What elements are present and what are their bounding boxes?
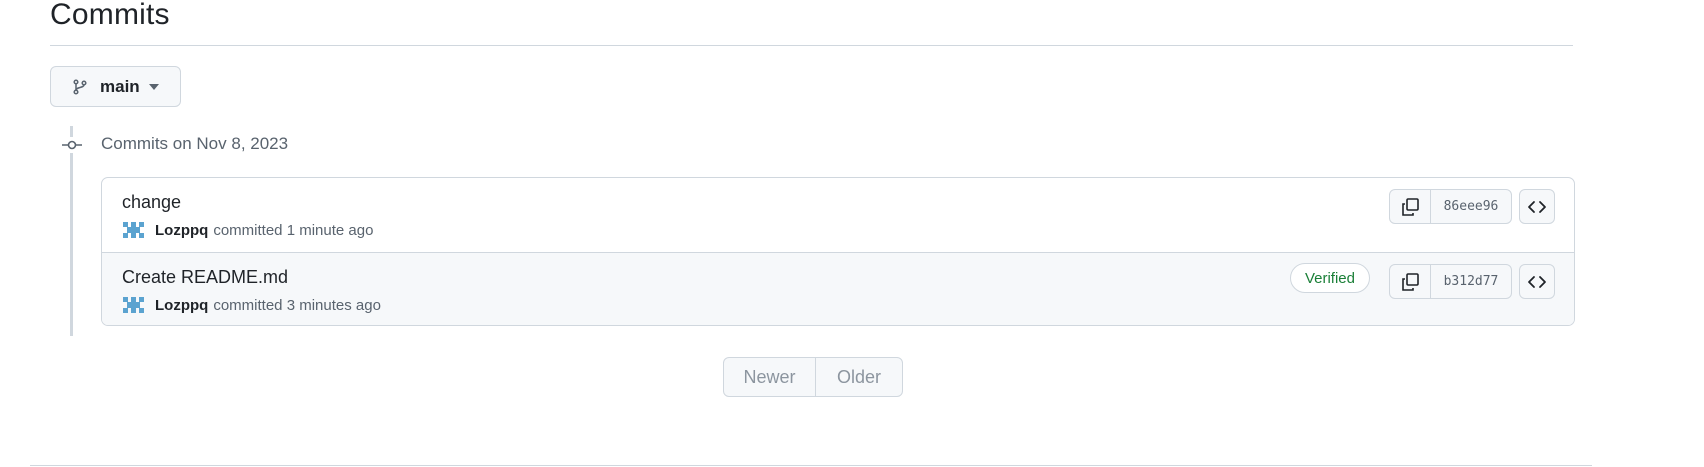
browse-repo-button[interactable]	[1519, 189, 1555, 224]
commit-sha-link[interactable]: b312d77	[1431, 265, 1511, 298]
branch-selector-button[interactable]: main	[50, 66, 181, 107]
avatar[interactable]	[122, 220, 145, 241]
title-divider	[50, 45, 1573, 46]
commit-message-link[interactable]: Create README.md	[122, 267, 288, 288]
copy-icon	[1402, 197, 1419, 216]
commit-row: Create README.md Lozppq committed 3 minu…	[102, 252, 1574, 325]
commit-meta: Lozppq committed 1 minute ago	[122, 220, 373, 241]
page-title: Commits	[50, 0, 170, 31]
code-icon	[1528, 200, 1546, 213]
sha-button-group: 86eee96	[1389, 189, 1512, 224]
commit-action: committed	[213, 222, 283, 239]
older-button[interactable]: Older	[816, 358, 902, 396]
commit-list: change Lozppq committed 1 minute ago 86e…	[101, 177, 1575, 326]
footer-divider	[30, 465, 1592, 466]
commit-time: 1 minute ago	[286, 222, 374, 239]
commit-meta: Lozppq committed 3 minutes ago	[122, 295, 381, 316]
commit-time: 3 minutes ago	[286, 297, 381, 314]
sha-button-group: b312d77	[1389, 264, 1512, 299]
newer-button[interactable]: Newer	[724, 358, 816, 396]
code-icon	[1528, 275, 1546, 288]
commits-page: Commits main Commits on Nov 8, 2023 chan…	[0, 0, 1704, 467]
copy-sha-button[interactable]	[1390, 190, 1431, 223]
branch-label: main	[100, 76, 140, 96]
browse-repo-button[interactable]	[1519, 264, 1555, 299]
timeline-line	[70, 126, 73, 336]
author-link[interactable]: Lozppq	[155, 297, 208, 314]
git-branch-icon	[72, 78, 88, 95]
commit-group-heading: Commits on Nov 8, 2023	[101, 134, 289, 153]
git-commit-icon	[60, 137, 83, 153]
pagination: Newer Older	[723, 357, 903, 397]
avatar[interactable]	[122, 295, 145, 316]
commit-row: change Lozppq committed 1 minute ago 86e…	[102, 178, 1574, 252]
commit-message-link[interactable]: change	[122, 192, 181, 213]
copy-icon	[1402, 272, 1419, 291]
copy-sha-button[interactable]	[1390, 265, 1431, 298]
commit-sha-link[interactable]: 86eee96	[1431, 190, 1511, 223]
verified-badge[interactable]: Verified	[1289, 263, 1370, 293]
caret-down-icon	[148, 82, 159, 92]
author-link[interactable]: Lozppq	[155, 222, 208, 239]
commit-action: committed	[213, 297, 283, 314]
